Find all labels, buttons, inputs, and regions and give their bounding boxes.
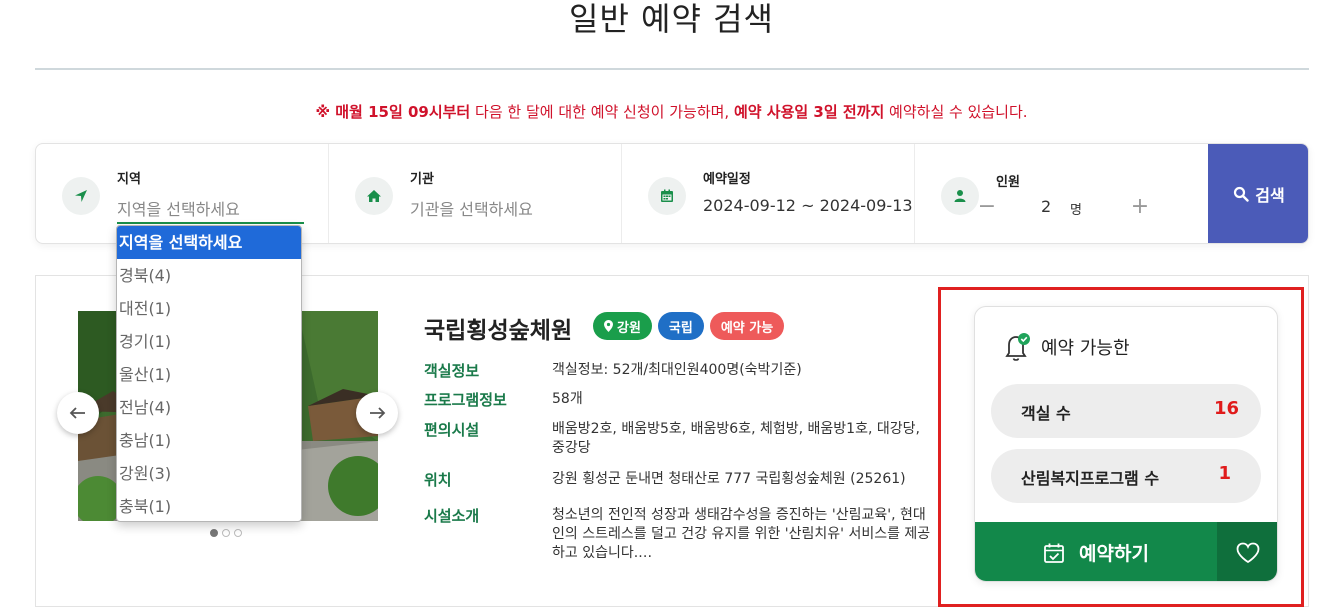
info-value: 청소년의 전인적 성장과 생태감수성을 증진하는 '산림교육', 현대인의 스트… [552, 507, 931, 561]
info-value: 객실정보: 52개/최대인원400명(숙박기준) [552, 362, 802, 378]
rooms-count-pill: 객실 수 16 [991, 384, 1261, 438]
arrow-left-icon [69, 407, 85, 419]
org-field[interactable]: 기관 기관을 선택하세요 [329, 144, 622, 243]
date-label: 예약일정 [703, 172, 751, 187]
reservation-notice: ※ 매월 15일 09시부터 다음 한 달에 대한 예약 신청이 가능하며, 예… [0, 101, 1325, 122]
pagination-dot[interactable] [222, 529, 230, 537]
dropdown-option[interactable]: 울산(1) [117, 358, 301, 391]
facility-name[interactable]: 국립횡성숲체원 [424, 311, 572, 345]
notice-text-2: 예약하실 수 있습니다. [884, 103, 1028, 121]
info-value: 58개 [552, 391, 583, 407]
photo-next-button[interactable] [356, 392, 398, 434]
pagination-dot[interactable] [234, 529, 242, 537]
region-badge: 강원 [593, 312, 652, 340]
region-select-underline [117, 222, 304, 224]
region-select[interactable]: 지역을 선택하세요 [117, 196, 240, 220]
people-field: 인원 − 2 명 + [915, 144, 1208, 243]
org-label: 기관 [410, 172, 434, 187]
info-value: 강원 횡성군 둔내면 청태산로 777 국립횡성숲체원 (25261) [552, 471, 906, 487]
availability-heading-text: 예약 가능한 [1041, 338, 1130, 359]
notice-bold-2: 예약 사용일 3일 전까지 [733, 103, 885, 121]
notice-bold-1: ※ 매월 15일 09시부터 [315, 103, 471, 121]
search-icon [1234, 186, 1249, 202]
search-button[interactable]: 검색 [1208, 144, 1308, 243]
dropdown-option[interactable]: 전남(4) [117, 391, 301, 424]
map-pin-icon [604, 320, 613, 332]
calendar-check-icon [1044, 543, 1064, 563]
location-arrow-icon [62, 177, 100, 215]
dropdown-option[interactable]: 충북(1) [117, 490, 301, 521]
people-stepper: − 2 명 + [975, 194, 1155, 224]
status-badge: 예약 가능 [709, 312, 785, 340]
people-label: 인원 [996, 175, 1020, 190]
date-field[interactable]: 예약일정 2024-09-12 ~ 2024-09-13 [622, 144, 915, 243]
dropdown-option[interactable]: 강원(3) [117, 457, 301, 490]
heart-icon [1236, 542, 1260, 563]
user-icon [941, 177, 979, 215]
region-dropdown-list: 지역을 선택하세요 경북(4) 대전(1) 경기(1) 울산(1) 전남(4) … [116, 225, 302, 522]
facility-badges: 강원 국립 예약 가능 [593, 312, 785, 340]
search-button-label: 검색 [1255, 187, 1285, 205]
home-icon [355, 177, 393, 215]
dropdown-option[interactable]: 지역을 선택하세요 [117, 226, 301, 259]
region-badge-label: 강원 [617, 320, 641, 336]
info-value: 배움방2호, 배움방5호, 배움방6호, 체험방, 배움방1호, 대강당, 중강… [552, 421, 920, 456]
reserve-button[interactable]: 예약하기 [975, 522, 1217, 581]
info-key: 시설소개 [424, 507, 480, 525]
arrow-right-icon [370, 407, 386, 419]
region-label: 지역 [117, 172, 141, 187]
people-minus-button[interactable]: − [975, 194, 999, 219]
notice-text-1: 다음 한 달에 대한 예약 신청이 가능하며, [470, 103, 734, 121]
people-count: 2 [1041, 197, 1052, 216]
calendar-icon [648, 177, 686, 215]
dropdown-option[interactable]: 경북(4) [117, 259, 301, 292]
page-title: 일반 예약 검색 [569, 0, 774, 38]
reserve-button-label: 예약하기 [1079, 544, 1149, 565]
type-badge: 국립 [657, 312, 704, 340]
photo-prev-button[interactable] [57, 392, 99, 434]
photo-pagination [210, 529, 242, 537]
bell-check-icon [1005, 333, 1030, 361]
favorite-button[interactable] [1217, 522, 1277, 581]
info-key: 편의시설 [424, 421, 480, 439]
title-divider [35, 68, 1309, 70]
org-select[interactable]: 기관을 선택하세요 [410, 196, 533, 220]
programs-count-pill: 산림복지프로그램 수 1 [991, 449, 1261, 503]
people-unit: 명 [1070, 203, 1082, 218]
dropdown-option[interactable]: 경기(1) [117, 325, 301, 358]
programs-count-value: 1 [1218, 463, 1231, 484]
info-key: 객실정보 [424, 362, 480, 380]
programs-count-label: 산림복지프로그램 수 [1021, 469, 1160, 488]
availability-panel: 예약 가능한 객실 수 16 산림복지프로그램 수 1 예약하기 [974, 306, 1278, 582]
info-key: 위치 [424, 471, 452, 489]
date-range-input[interactable]: 2024-09-12 ~ 2024-09-13 [703, 196, 913, 215]
info-key: 프로그램정보 [424, 391, 507, 409]
people-plus-button[interactable]: + [1128, 194, 1152, 219]
availability-heading: 예약 가능한 [1001, 331, 1130, 363]
dropdown-option[interactable]: 충남(1) [117, 424, 301, 457]
rooms-count-label: 객실 수 [1021, 404, 1071, 423]
dropdown-option[interactable]: 대전(1) [117, 292, 301, 325]
rooms-count-value: 16 [1213, 398, 1239, 419]
pagination-dot[interactable] [210, 529, 218, 537]
